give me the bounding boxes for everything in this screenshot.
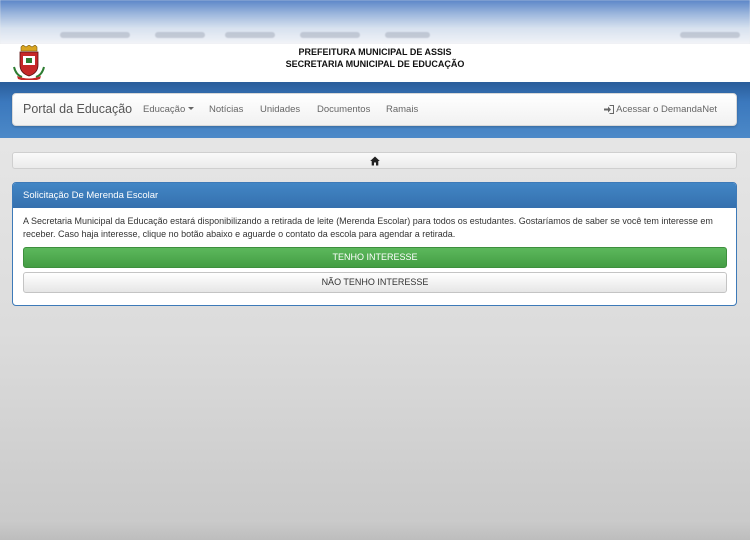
merenda-request-panel: Solicitação De Merenda Escolar A Secreta… [12,182,737,306]
nav-item-noticias[interactable]: Notícias [209,104,243,115]
blurred-tab [60,32,130,38]
navbar-brand[interactable]: Portal da Educação [23,102,132,116]
nav-item-ramais[interactable]: Ramais [386,104,418,115]
nav-item-educacao[interactable]: Educação [143,104,195,115]
nav-item-unidades[interactable]: Unidades [260,104,300,115]
page-footer-band [0,520,750,540]
main-navbar: Portal da Educação Educação Notícias Uni… [12,93,737,126]
blurred-tab [155,32,205,38]
login-link[interactable]: Acessar o DemandaNet [604,104,717,115]
blurred-tab [385,32,430,38]
interested-button[interactable]: TENHO INTERESSE [23,247,727,268]
blurred-tab [225,32,275,38]
nav-item-documentos[interactable]: Documentos [317,104,370,115]
sign-in-icon [604,105,615,114]
panel-body: A Secretaria Municipal da Educação estar… [13,208,736,293]
blurred-tab [300,32,360,38]
home-icon[interactable] [370,156,380,166]
panel-description: A Secretaria Municipal da Educação estar… [23,216,713,239]
browser-top-strip [0,0,750,44]
blurred-tab [680,32,740,38]
login-label: Acessar o DemandaNet [616,104,717,115]
panel-title: Solicitação De Merenda Escolar [13,183,736,208]
header-title-line-1: PREFEITURA MUNICIPAL DE ASSIS [298,47,452,57]
site-header: PREFEITURA MUNICIPAL DE ASSIS SECRETARIA… [0,44,750,82]
not-interested-button[interactable]: NÃO TENHO INTERESSE [23,272,727,293]
nav-item-label: Educação [143,104,186,115]
header-title-line-2: SECRETARIA MUNICIPAL DE EDUCAÇÃO [285,59,465,69]
breadcrumb [12,152,737,169]
caret-down-icon [188,107,195,110]
